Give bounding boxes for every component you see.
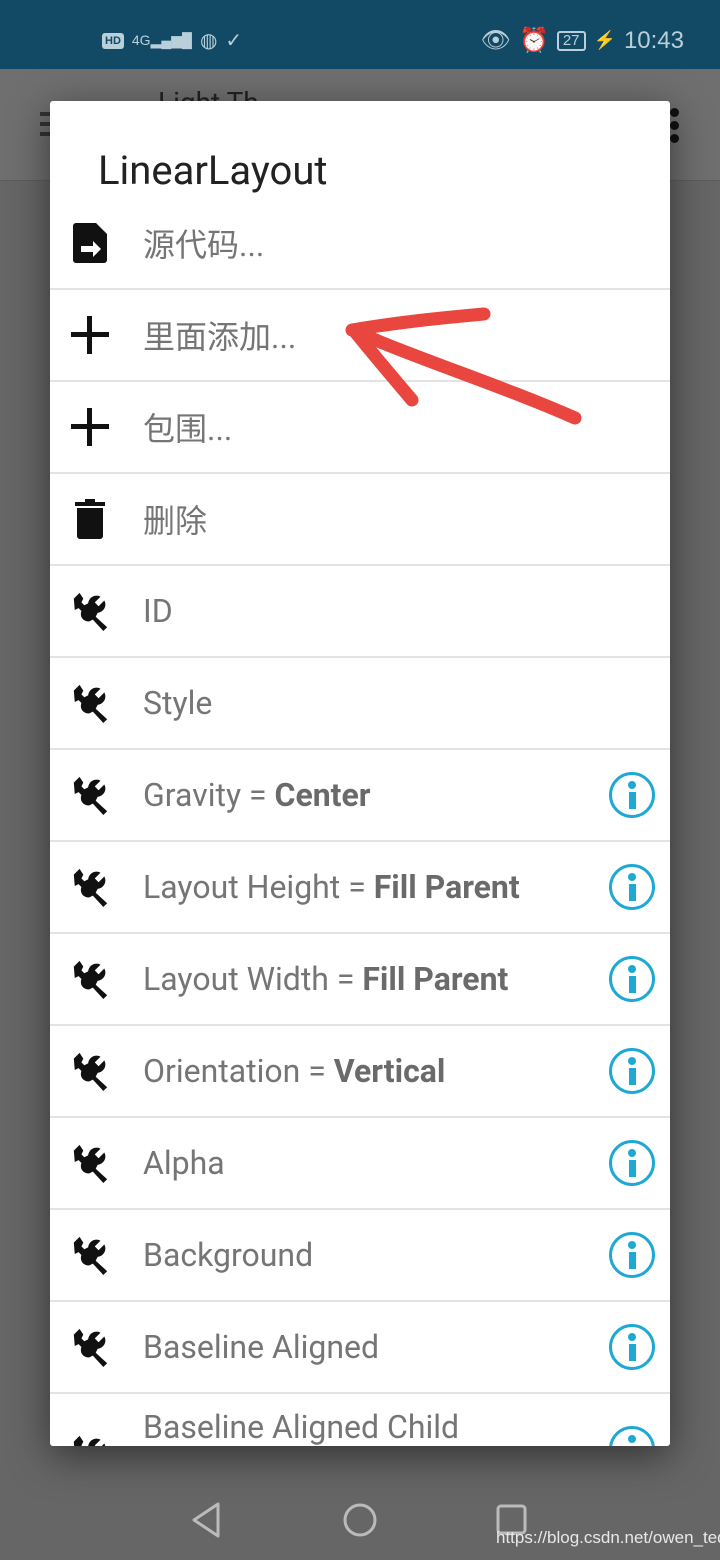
dialog-list: 源代码... 里面添加... 包围... 删除 ID Style Gravity = Cen… [50, 198, 670, 1446]
item-label: 源代码... [143, 220, 264, 266]
plus-icon [70, 407, 110, 447]
item-label: Layout Width = Fill Parent [143, 960, 508, 998]
item-label-text: ID [143, 592, 173, 630]
wrench-icon [70, 591, 110, 631]
item-label-text: 里面添加... [143, 318, 297, 356]
watermark: https://blog.csdn.net/owen_ted [496, 1528, 720, 1547]
back-button[interactable] [192, 1502, 220, 1538]
list-item[interactable]: Orientation = Vertical [50, 1026, 670, 1118]
item-label-text: Baseline Aligned [143, 1328, 380, 1366]
item-label: Layout Height = Fill Parent [143, 868, 520, 906]
item-label-text: Alpha [143, 1144, 225, 1182]
clock: 10:43 [623, 26, 684, 54]
plus-icon [70, 315, 110, 355]
list-item[interactable]: Style [50, 658, 670, 750]
list-item[interactable]: Layout Height = Fill Parent [50, 842, 670, 934]
info-icon[interactable] [609, 956, 655, 1002]
list-item[interactable]: ID [50, 566, 670, 658]
item-label-text: Baseline Aligned Child [143, 1408, 460, 1446]
info-icon[interactable] [609, 1324, 655, 1370]
list-item[interactable]: Alpha [50, 1118, 670, 1210]
wrench-icon [70, 867, 110, 907]
item-label: Baseline Aligned [143, 1328, 379, 1366]
status-bar: HD 4G▂▄▆█ ◍ ✓ 👁 ⏰ 27 ⚡ 10:43 [0, 0, 720, 69]
item-label: Alpha [143, 1144, 225, 1182]
signal-icon: 4G▂▄▆█ [131, 32, 192, 48]
wrench-icon [70, 1327, 110, 1367]
info-icon[interactable] [609, 1140, 655, 1186]
list-item[interactable]: Background [50, 1210, 670, 1302]
trash-icon [70, 499, 110, 539]
check-icon: ✓ [225, 30, 243, 52]
item-label: Gravity = Center [143, 776, 371, 814]
item-label: 包围... [143, 404, 232, 450]
dialog-title: LinearLayout [98, 147, 328, 194]
charging-icon: ⚡ [593, 30, 616, 50]
item-label-text: Layout Width = [143, 960, 363, 998]
item-label-text: Orientation = [143, 1052, 334, 1090]
item-label-text: Background [143, 1236, 314, 1274]
list-item[interactable]: 删除 [50, 474, 670, 566]
file-export-icon [70, 223, 110, 263]
item-label: Baseline Aligned Child [143, 1408, 459, 1446]
hd-icon: HD [102, 32, 124, 49]
item-label: Orientation = Vertical [143, 1052, 445, 1090]
item-label: 删除 [143, 496, 207, 542]
list-item[interactable]: 源代码... [50, 198, 670, 290]
list-item[interactable]: Layout Width = Fill Parent [50, 934, 670, 1026]
alarm-icon: ⏰ [518, 27, 549, 54]
wrench-icon [70, 1235, 110, 1275]
item-label-text: 包围... [143, 410, 233, 448]
item-label: 里面添加... [143, 312, 296, 358]
item-label: Style [143, 684, 212, 722]
info-icon[interactable] [609, 772, 655, 818]
info-icon[interactable] [609, 864, 655, 910]
item-label: Background [143, 1236, 313, 1274]
item-value: Fill Parent [373, 868, 520, 906]
item-value: Fill Parent [362, 960, 509, 998]
list-item[interactable]: Baseline Aligned Child [50, 1394, 670, 1446]
item-label-text: 源代码... [143, 226, 265, 264]
home-button[interactable] [343, 1503, 377, 1537]
context-dialog: LinearLayout 源代码... 里面添加... 包围... 删除 ID Style… [50, 101, 670, 1446]
item-value: Vertical [333, 1052, 446, 1090]
more-options-icon[interactable] [670, 108, 679, 147]
item-label-text: Gravity = [143, 776, 275, 814]
item-label-text: Style [143, 684, 213, 722]
item-label-text: Layout Height = [143, 868, 374, 906]
wrench-icon [70, 959, 110, 999]
list-item[interactable]: 里面添加... [50, 290, 670, 382]
info-icon[interactable] [609, 1048, 655, 1094]
wrench-icon [70, 683, 110, 723]
wrench-icon [70, 1434, 110, 1446]
item-label: ID [143, 592, 173, 630]
wrench-icon [70, 1051, 110, 1091]
info-icon[interactable] [609, 1232, 655, 1278]
eye-icon: 👁 [480, 27, 511, 54]
wrench-icon [70, 775, 110, 815]
wrench-icon [70, 1143, 110, 1183]
list-item[interactable]: Baseline Aligned [50, 1302, 670, 1394]
globe-icon: ◍ [199, 30, 218, 52]
info-icon[interactable] [609, 1426, 655, 1446]
list-item[interactable]: Gravity = Center [50, 750, 670, 842]
item-value: Center [274, 776, 371, 814]
item-label-text: 删除 [143, 502, 208, 540]
battery-icon: 27 [556, 30, 586, 51]
list-item[interactable]: 包围... [50, 382, 670, 474]
